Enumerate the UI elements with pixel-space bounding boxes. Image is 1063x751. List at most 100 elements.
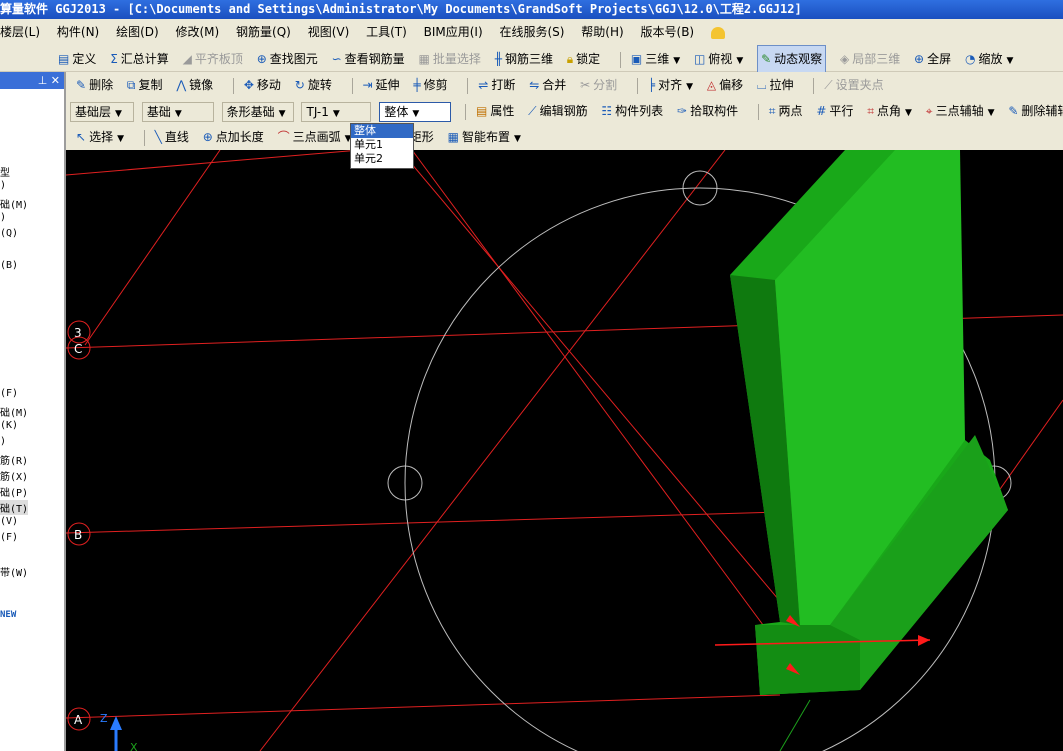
properties-button[interactable]: ▤ 属性 bbox=[476, 98, 514, 124]
menu-version[interactable]: 版本号(B) bbox=[641, 25, 695, 39]
view-rebar-qty-button[interactable]: ∽ 查看钢筋量 bbox=[332, 46, 405, 72]
move-button[interactable]: ✥ 移动 bbox=[244, 72, 281, 98]
arrow-head bbox=[918, 635, 930, 646]
menu-online[interactable]: 在线服务(S) bbox=[499, 25, 564, 39]
tree-item[interactable]: (Q) bbox=[0, 228, 18, 239]
menu-modify[interactable]: 修改(M) bbox=[176, 25, 220, 39]
type-select[interactable]: 条形基础 ▼ bbox=[221, 101, 294, 122]
align-slab-top-button[interactable]: ◢ 平齐板顶 bbox=[183, 46, 243, 72]
parallel-icon: # bbox=[816, 104, 827, 118]
lock-button[interactable]: 🔒︎ 锁定 bbox=[567, 46, 600, 72]
local-3d-button[interactable]: ◈ 局部三维 bbox=[840, 46, 900, 72]
pin-icon[interactable]: ⊥ bbox=[38, 74, 48, 87]
tree-item[interactable]: (V) bbox=[0, 516, 18, 527]
tree-item[interactable]: (K) bbox=[0, 420, 18, 431]
mirror-button[interactable]: ⋀ 镜像 bbox=[176, 72, 213, 98]
tree-item[interactable]: ) bbox=[0, 212, 6, 223]
left-panel: ⊥ ✕ 型 ) 础(M) ) (Q) (B) (F) 础(M) (K) ) 筋(… bbox=[0, 72, 66, 751]
point-length-button[interactable]: ⊕ 点加长度 bbox=[203, 124, 264, 150]
dropdown-option-whole[interactable]: 整体 bbox=[351, 124, 413, 138]
smart-layout-button[interactable]: ▦ 智能布置 ▼ bbox=[448, 124, 521, 152]
point-angle-button[interactable]: ⌗ 点角 ▼ bbox=[867, 98, 912, 126]
split-icon: ✂ bbox=[580, 78, 591, 92]
menu-component[interactable]: 构件(N) bbox=[57, 25, 99, 39]
tree-item[interactable]: 型 bbox=[0, 164, 10, 179]
tree-item[interactable]: 筋(R) bbox=[0, 452, 28, 467]
rebar-3d-button[interactable]: ╫ 钢筋三维 bbox=[495, 46, 553, 72]
menu-draw[interactable]: 绘图(D) bbox=[116, 25, 159, 39]
tree-item[interactable]: 础(M) bbox=[0, 404, 28, 419]
copy-button[interactable]: ⧉ 复制 bbox=[127, 72, 163, 98]
panel-header: ⊥ ✕ bbox=[0, 72, 64, 89]
three-point-axis-button[interactable]: ⌖ 三点辅轴 ▼ bbox=[926, 98, 995, 126]
component-list-button[interactable]: ☷ 构件列表 bbox=[601, 98, 663, 124]
tree-item[interactable]: ) bbox=[0, 436, 6, 447]
dynamic-observe-button[interactable]: ✎ 动态观察 bbox=[757, 45, 827, 73]
tree-item[interactable]: 础(M) bbox=[0, 196, 28, 211]
menu-tools[interactable]: 工具(T) bbox=[366, 25, 407, 39]
find-element-button[interactable]: ⊕ 查找图元 bbox=[257, 46, 318, 72]
axis-label-c: C bbox=[74, 342, 82, 356]
floor-select[interactable]: 基础层 ▼ bbox=[70, 101, 134, 122]
stretch-button[interactable]: ⌴ 拉伸 bbox=[757, 72, 794, 98]
tree-item[interactable]: 础(P) bbox=[0, 484, 28, 499]
select-button[interactable]: ↖ 选择 ▼ bbox=[76, 124, 124, 152]
fullscreen-button[interactable]: ⊕ 全屏 bbox=[914, 46, 951, 72]
edit-rebar-button[interactable]: ⟋ 编辑钢筋 bbox=[528, 98, 587, 124]
define-button[interactable]: ▤ 定义 bbox=[58, 46, 96, 72]
close-icon[interactable]: ✕ bbox=[51, 74, 60, 87]
tree-item[interactable]: (F) bbox=[0, 532, 18, 543]
zoom-button[interactable]: ◔ 缩放 ▼ bbox=[965, 46, 1013, 74]
rotate-button[interactable]: ↻ 旋转 bbox=[295, 72, 332, 98]
dropdown-option-unit1[interactable]: 单元1 bbox=[351, 138, 413, 152]
menu-floor[interactable]: 楼层(L) bbox=[0, 25, 40, 39]
tree-item[interactable]: (B) bbox=[0, 260, 18, 271]
list-icon: ☷ bbox=[601, 104, 613, 118]
helmet-icon bbox=[710, 26, 725, 39]
delete-button[interactable]: ✎ 删除 bbox=[76, 72, 113, 98]
menu-help[interactable]: 帮助(H) bbox=[581, 25, 623, 39]
split-button[interactable]: ✂ 分割 bbox=[580, 72, 617, 98]
three-point-arc-button[interactable]: ⌒ 三点画弧 ▼ bbox=[278, 124, 352, 152]
delete-axis-button[interactable]: ✎删除辅轴 bbox=[1008, 98, 1063, 124]
tree-item[interactable]: (F) bbox=[0, 388, 18, 399]
summary-calc-button[interactable]: Σ 汇总计算 bbox=[110, 46, 169, 72]
local-3d-icon: ◈ bbox=[839, 52, 850, 66]
line-button[interactable]: ╲ 直线 bbox=[155, 124, 189, 150]
3d-view-button[interactable]: ▣ 三维 ▼ bbox=[631, 46, 680, 74]
separator bbox=[467, 77, 469, 94]
offset-button[interactable]: ◬ 偏移 bbox=[707, 72, 743, 98]
menu-bim[interactable]: BIM应用(I) bbox=[424, 25, 483, 39]
merge-button[interactable]: ⇋ 合并 bbox=[529, 72, 566, 98]
tree-item[interactable]: 筋(X) bbox=[0, 468, 28, 483]
fullscreen-icon: ⊕ bbox=[914, 52, 925, 66]
parallel-button[interactable]: # 平行 bbox=[816, 98, 853, 124]
tree-item[interactable]: 础(T) bbox=[0, 500, 29, 515]
axis-label-a: A bbox=[74, 713, 83, 727]
x-axis-label: X bbox=[130, 741, 138, 751]
cube-icon: ▣ bbox=[630, 52, 643, 66]
tree-item[interactable]: 带(W) bbox=[0, 564, 28, 579]
two-points-button[interactable]: ⌗ 两点 bbox=[769, 98, 803, 124]
three-point-axis-icon: ⌖ bbox=[925, 104, 933, 118]
tree-item[interactable]: ) bbox=[0, 180, 6, 191]
point-angle-icon: ⌗ bbox=[867, 104, 875, 118]
set-grip-button[interactable]: ⟋ 设置夹点 bbox=[824, 72, 883, 98]
extend-button[interactable]: ⇥ 延伸 bbox=[362, 72, 399, 98]
top-view-button[interactable]: ◫ 俯视 ▼ bbox=[694, 46, 743, 74]
align-button[interactable]: ╞ 对齐 ▼ bbox=[648, 72, 693, 100]
unit-select[interactable]: 整体 ▼ bbox=[379, 101, 452, 122]
break-button[interactable]: ⇌ 打断 bbox=[478, 72, 515, 98]
menu-rebar-qty[interactable]: 钢筋量(Q) bbox=[236, 25, 291, 39]
pick-component-button[interactable]: ✑ 拾取构件 bbox=[677, 98, 738, 124]
trim-button[interactable]: ╪ 修剪 bbox=[413, 72, 447, 98]
menu-view[interactable]: 视图(V) bbox=[308, 25, 350, 39]
batch-select-button[interactable]: ▦ 批量选择 bbox=[419, 46, 481, 72]
drawing-canvas[interactable]: 3 C B A Z X bbox=[66, 150, 1063, 751]
grip-icon: ⟋ bbox=[824, 78, 833, 92]
dropdown-option-unit2[interactable]: 单元2 bbox=[351, 152, 413, 166]
x-axis-line bbox=[779, 699, 811, 751]
batch-icon: ▦ bbox=[418, 52, 430, 66]
category-select[interactable]: 基础 ▼ bbox=[141, 101, 214, 122]
component-select[interactable]: TJ-1 ▼ bbox=[301, 101, 372, 122]
